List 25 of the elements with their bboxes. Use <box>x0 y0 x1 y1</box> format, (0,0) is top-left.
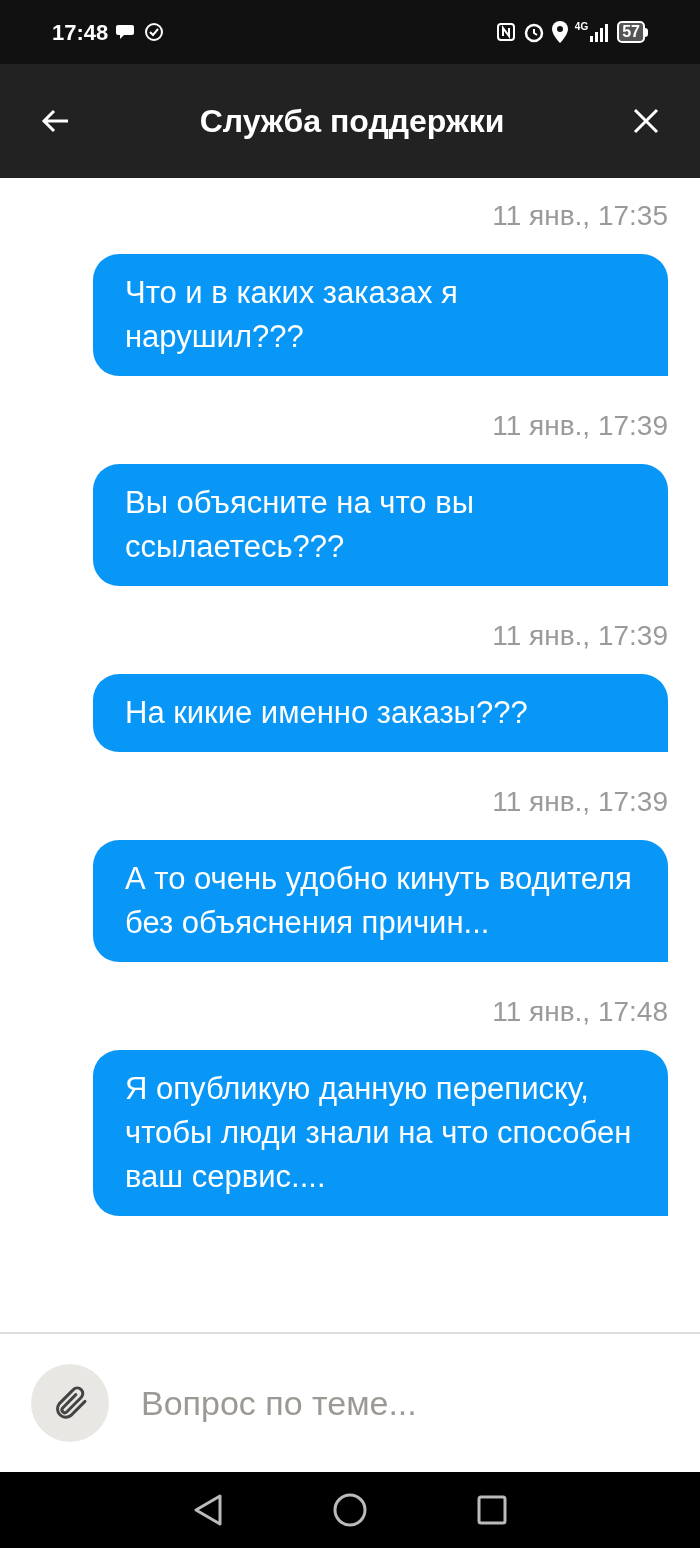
nfc-icon <box>495 22 516 42</box>
header-title: Служба поддержки <box>199 102 505 141</box>
message-timestamp: 11 янв., 17:48 <box>492 995 668 1029</box>
message-timestamp: 11 янв., 17:39 <box>492 619 668 653</box>
network-type: 4G <box>574 22 589 32</box>
battery-indicator: 57 <box>617 21 648 43</box>
alarm-icon <box>522 21 545 43</box>
message-timestamp: 11 янв., 17:39 <box>492 785 668 819</box>
close-icon[interactable] <box>632 107 660 135</box>
location-icon <box>551 21 568 43</box>
check-circle-icon <box>144 22 165 42</box>
signal-icon <box>590 22 611 42</box>
message-input[interactable]: Вопрос по теме... <box>141 1377 669 1429</box>
message-timestamp: 11 янв., 17:35 <box>492 199 668 233</box>
home-nav-icon[interactable] <box>333 1493 367 1527</box>
message-bubble: Что и в каких заказах я нарушил??? <box>93 254 668 376</box>
message-bubble: А то очень удобно кинуть водителя без объяснения причин... <box>93 840 668 962</box>
back-nav-icon[interactable] <box>193 1493 223 1527</box>
message-bubble: Вы объясните на что вы ссылаетесь??? <box>93 464 668 586</box>
recents-nav-icon[interactable] <box>477 1495 507 1525</box>
status-time: 17:48 <box>52 18 109 47</box>
chat-icon <box>116 23 137 41</box>
message-timestamp: 11 янв., 17:39 <box>492 409 668 443</box>
message-bubble: На кикие именно заказы??? <box>93 674 668 752</box>
message-bubble: Я опубликую данную переписку, чтобы люди знали на что способен ваш сервис.... <box>93 1050 668 1216</box>
